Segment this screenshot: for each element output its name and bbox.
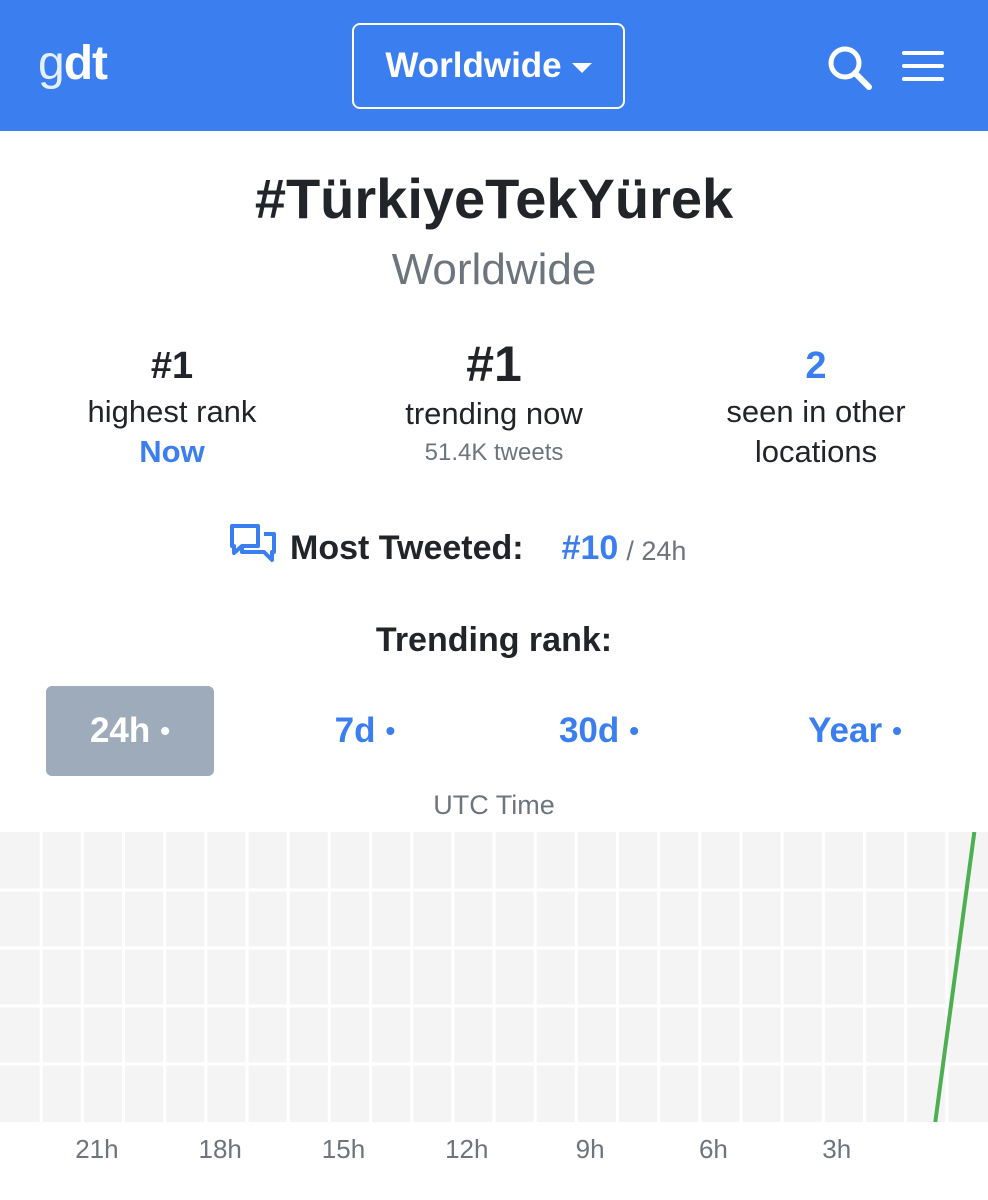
trending-now-value: #1 <box>466 336 522 392</box>
x-tick-label: 6h <box>699 1134 728 1164</box>
tab-year-label: Year <box>808 711 883 750</box>
most-tweeted-rank-link[interactable]: #10 <box>562 529 619 568</box>
stat-highest-rank: #1 highest rank Now <box>22 340 322 472</box>
tab-year[interactable]: Year • <box>772 686 938 776</box>
x-tick-label: 12h <box>445 1134 488 1164</box>
most-tweeted-row: Most Tweeted: #10 / 24h <box>228 518 686 578</box>
logo-letters-dt: dt <box>63 37 108 90</box>
trend-title: #TürkiyeTekYürek <box>254 167 734 230</box>
x-tick-label: 15h <box>322 1134 365 1164</box>
tab-30d-label: 30d <box>558 711 620 750</box>
location-dropdown-button[interactable]: Worldwide <box>352 23 625 109</box>
highest-rank-when-link[interactable]: Now <box>22 432 322 472</box>
trending-rank-chart: 21h 18h 15h 12h 9h 6h 3h <box>0 831 988 1200</box>
tweet-count: 51.4K tweets <box>424 439 564 466</box>
tab-30d-dot: • <box>629 715 640 746</box>
logo-letter-g: g <box>38 37 65 90</box>
location-dropdown-label: Worldwide <box>385 46 562 85</box>
tab-30d[interactable]: 30d • <box>524 686 674 776</box>
other-locations-value[interactable]: 2 <box>666 340 966 392</box>
tab-7d-label: 7d <box>334 711 376 750</box>
tab-24h[interactable]: 24h • <box>46 686 214 776</box>
hamburger-menu-icon[interactable] <box>900 48 948 86</box>
trend-location: Worldwide <box>391 245 597 294</box>
trending-now-label: trending now <box>405 396 583 431</box>
x-tick-label: 18h <box>199 1134 242 1164</box>
tab-year-dot: • <box>892 715 902 746</box>
stat-other-locations[interactable]: 2 seen in other locations <box>666 340 966 472</box>
tab-24h-dot: • <box>160 715 171 746</box>
chart-x-axis-title: UTC Time <box>433 790 555 820</box>
x-tick-label: 9h <box>576 1134 605 1164</box>
chart-svg: 21h 18h 15h 12h 9h 6h 3h <box>0 831 988 1164</box>
site-logo[interactable]: gdt <box>38 36 108 92</box>
most-tweeted-period: / 24h <box>626 535 687 566</box>
search-icon[interactable] <box>826 44 874 92</box>
most-tweeted-label: Most Tweeted: <box>290 528 524 567</box>
tab-7d[interactable]: 7d • <box>290 686 440 776</box>
x-tick-label: 3h <box>822 1134 851 1164</box>
trending-rank-heading: Trending rank: <box>375 621 613 659</box>
highest-rank-label: highest rank <box>87 394 257 429</box>
other-locations-label-line1: seen in other <box>726 394 906 429</box>
highest-rank-value: #1 <box>150 345 194 387</box>
other-locations-label-line2: locations <box>754 434 878 469</box>
top-navbar: gdt Worldwide <box>0 0 988 131</box>
tab-7d-dot: • <box>385 715 396 746</box>
chevron-down-icon <box>571 63 592 73</box>
x-tick-label: 21h <box>75 1134 118 1164</box>
chat-bubbles-icon <box>228 522 276 575</box>
stat-trending-now: #1 trending now 51.4K tweets <box>344 336 644 470</box>
tab-24h-label: 24h <box>89 711 151 750</box>
